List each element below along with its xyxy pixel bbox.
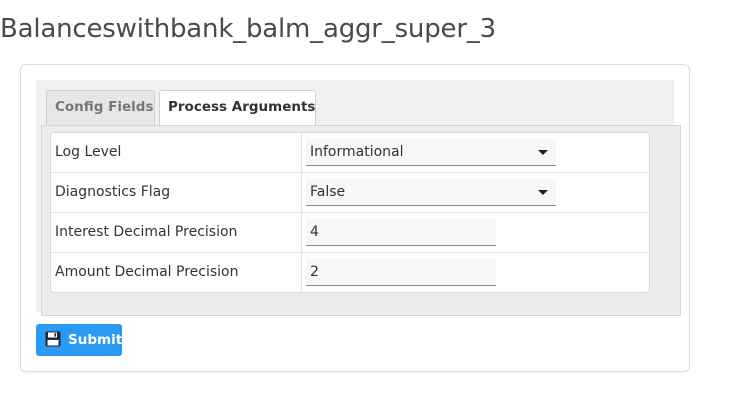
save-icon [45, 331, 61, 347]
table-row: Log Level Informational [51, 133, 649, 173]
log-level-select[interactable]: Informational [306, 139, 556, 166]
table-row: Diagnostics Flag False [51, 173, 649, 213]
log-level-label: Log Level [51, 133, 302, 172]
amount-decimal-precision-input[interactable] [306, 259, 496, 286]
submit-button[interactable]: Submit [36, 324, 122, 356]
chevron-down-icon [538, 150, 548, 155]
form-card: Config Fields Process Arguments Log Leve… [20, 64, 690, 372]
chevron-down-icon [538, 190, 548, 195]
page-title: Balanceswithbank_balm_aggr_super_3 [0, 14, 496, 44]
tab-config-fields[interactable]: Config Fields [46, 90, 155, 125]
diagnostics-flag-select[interactable]: False [306, 179, 556, 206]
table-row: Amount Decimal Precision [51, 253, 649, 292]
amount-decimal-precision-label: Amount Decimal Precision [51, 253, 302, 292]
page: Balanceswithbank_balm_aggr_super_3 Confi… [0, 0, 734, 397]
process-arguments-table: Log Level Informational Diagnostics Flag [50, 132, 650, 293]
submit-label: Submit [68, 332, 123, 348]
diagnostics-flag-value: False [310, 184, 346, 200]
tab-process-arguments[interactable]: Process Arguments [159, 90, 316, 126]
tab-content-process-arguments: Log Level Informational Diagnostics Flag [41, 125, 681, 316]
tabs-panel: Config Fields Process Arguments Log Leve… [36, 80, 681, 316]
interest-decimal-precision-input[interactable] [306, 219, 496, 246]
table-row: Interest Decimal Precision [51, 213, 649, 253]
diagnostics-flag-label: Diagnostics Flag [51, 173, 302, 212]
log-level-value: Informational [310, 144, 404, 160]
interest-decimal-precision-label: Interest Decimal Precision [51, 213, 302, 252]
